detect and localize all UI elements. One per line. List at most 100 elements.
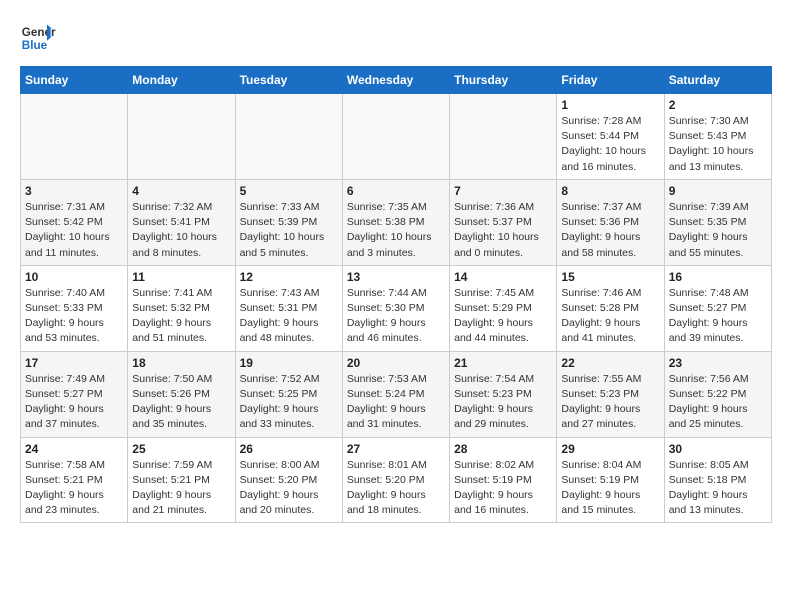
weekday-header-wednesday: Wednesday: [342, 67, 449, 94]
day-info: Sunrise: 8:02 AMSunset: 5:19 PMDaylight:…: [454, 458, 552, 519]
calendar-cell: 4 Sunrise: 7:32 AMSunset: 5:41 PMDaylight…: [128, 179, 235, 265]
day-number: 11: [132, 270, 230, 284]
day-info: Sunrise: 7:39 AMSunset: 5:35 PMDaylight:…: [669, 200, 767, 261]
day-info: Sunrise: 7:30 AMSunset: 5:43 PMDaylight:…: [669, 114, 767, 175]
day-number: 13: [347, 270, 445, 284]
weekday-header-thursday: Thursday: [450, 67, 557, 94]
calendar-week-4: 17 Sunrise: 7:49 AMSunset: 5:27 PMDayligh…: [21, 351, 772, 437]
calendar-cell: 18Sunrise: 7:50 AMSunset: 5:26 PMDayligh…: [128, 351, 235, 437]
day-number: 12: [240, 270, 338, 284]
day-number: 23: [669, 356, 767, 370]
day-number: 5: [240, 184, 338, 198]
page-header: General Blue: [20, 20, 772, 56]
day-number: 14: [454, 270, 552, 284]
calendar-cell: 1 Sunrise: 7:28 AMSunset: 5:44 PMDaylight…: [557, 94, 664, 180]
calendar-cell: 15Sunrise: 7:46 AMSunset: 5:28 PMDayligh…: [557, 265, 664, 351]
day-number: 1: [561, 98, 659, 112]
calendar-cell: 23 Sunrise: 7:56 AMSunset: 5:22 PMDayligh…: [664, 351, 771, 437]
day-info: Sunrise: 7:54 AMSunset: 5:23 PMDaylight:…: [454, 372, 552, 433]
calendar-cell: 26 Sunrise: 8:00 AMSunset: 5:20 PMDayligh…: [235, 437, 342, 523]
day-number: 30: [669, 442, 767, 456]
svg-text:General: General: [22, 26, 56, 39]
day-number: 29: [561, 442, 659, 456]
day-info: Sunrise: 7:37 AMSunset: 5:36 PMDaylight:…: [561, 200, 659, 261]
day-info: Sunrise: 7:55 AMSunset: 5:23 PMDaylight:…: [561, 372, 659, 433]
day-number: 4: [132, 184, 230, 198]
calendar-cell: 6 Sunrise: 7:35 AMSunset: 5:38 PMDaylight…: [342, 179, 449, 265]
calendar-cell: 3 Sunrise: 7:31 AMSunset: 5:42 PMDaylight…: [21, 179, 128, 265]
calendar-cell: 12 Sunrise: 7:43 AMSunset: 5:31 PMDayligh…: [235, 265, 342, 351]
day-number: 3: [25, 184, 123, 198]
day-info: Sunrise: 7:36 AMSunset: 5:37 PMDaylight:…: [454, 200, 552, 261]
day-info: Sunrise: 8:04 AMSunset: 5:19 PMDaylight:…: [561, 458, 659, 519]
day-info: Sunrise: 7:56 AMSunset: 5:22 PMDaylight:…: [669, 372, 767, 433]
calendar-week-3: 10Sunrise: 7:40 AMSunset: 5:33 PMDayligh…: [21, 265, 772, 351]
day-info: Sunrise: 8:01 AMSunset: 5:20 PMDaylight:…: [347, 458, 445, 519]
weekday-header-tuesday: Tuesday: [235, 67, 342, 94]
calendar-cell: 5 Sunrise: 7:33 AMSunset: 5:39 PMDaylight…: [235, 179, 342, 265]
logo: General Blue: [20, 20, 56, 56]
calendar-cell: [235, 94, 342, 180]
weekday-header-saturday: Saturday: [664, 67, 771, 94]
calendar-cell: [128, 94, 235, 180]
day-number: 18: [132, 356, 230, 370]
day-number: 7: [454, 184, 552, 198]
day-info: Sunrise: 7:43 AMSunset: 5:31 PMDaylight:…: [240, 286, 338, 347]
day-number: 16: [669, 270, 767, 284]
calendar-cell: 20Sunrise: 7:53 AMSunset: 5:24 PMDayligh…: [342, 351, 449, 437]
calendar-cell: 14 Sunrise: 7:45 AMSunset: 5:29 PMDayligh…: [450, 265, 557, 351]
calendar-cell: 11 Sunrise: 7:41 AMSunset: 5:32 PMDayligh…: [128, 265, 235, 351]
day-number: 21: [454, 356, 552, 370]
day-info: Sunrise: 7:45 AMSunset: 5:29 PMDaylight:…: [454, 286, 552, 347]
calendar-week-5: 24 Sunrise: 7:58 AMSunset: 5:21 PMDayligh…: [21, 437, 772, 523]
calendar-cell: 2 Sunrise: 7:30 AMSunset: 5:43 PMDaylight…: [664, 94, 771, 180]
day-info: Sunrise: 7:35 AMSunset: 5:38 PMDaylight:…: [347, 200, 445, 261]
day-info: Sunrise: 7:49 AMSunset: 5:27 PMDaylight:…: [25, 372, 123, 433]
calendar-cell: [342, 94, 449, 180]
calendar-cell: 29 Sunrise: 8:04 AMSunset: 5:19 PMDayligh…: [557, 437, 664, 523]
calendar-cell: 22 Sunrise: 7:55 AMSunset: 5:23 PMDayligh…: [557, 351, 664, 437]
day-info: Sunrise: 7:53 AMSunset: 5:24 PMDaylight:…: [347, 372, 445, 433]
calendar-cell: 24 Sunrise: 7:58 AMSunset: 5:21 PMDayligh…: [21, 437, 128, 523]
day-number: 17: [25, 356, 123, 370]
calendar-cell: 10Sunrise: 7:40 AMSunset: 5:33 PMDayligh…: [21, 265, 128, 351]
day-number: 25: [132, 442, 230, 456]
day-number: 6: [347, 184, 445, 198]
day-info: Sunrise: 7:41 AMSunset: 5:32 PMDaylight:…: [132, 286, 230, 347]
day-number: 24: [25, 442, 123, 456]
calendar-week-1: 1 Sunrise: 7:28 AMSunset: 5:44 PMDaylight…: [21, 94, 772, 180]
day-number: 10: [25, 270, 123, 284]
calendar-cell: 16 Sunrise: 7:48 AMSunset: 5:27 PMDayligh…: [664, 265, 771, 351]
day-info: Sunrise: 8:05 AMSunset: 5:18 PMDaylight:…: [669, 458, 767, 519]
day-info: Sunrise: 7:28 AMSunset: 5:44 PMDaylight:…: [561, 114, 659, 175]
calendar-cell: 25 Sunrise: 7:59 AMSunset: 5:21 PMDayligh…: [128, 437, 235, 523]
day-number: 2: [669, 98, 767, 112]
calendar-table: SundayMondayTuesdayWednesdayThursdayFrid…: [20, 66, 772, 523]
logo-icon: General Blue: [20, 20, 56, 56]
day-info: Sunrise: 7:59 AMSunset: 5:21 PMDaylight:…: [132, 458, 230, 519]
day-number: 22: [561, 356, 659, 370]
day-info: Sunrise: 7:58 AMSunset: 5:21 PMDaylight:…: [25, 458, 123, 519]
calendar-cell: 13 Sunrise: 7:44 AMSunset: 5:30 PMDayligh…: [342, 265, 449, 351]
day-number: 26: [240, 442, 338, 456]
day-number: 8: [561, 184, 659, 198]
day-info: Sunrise: 7:32 AMSunset: 5:41 PMDaylight:…: [132, 200, 230, 261]
calendar-cell: 27 Sunrise: 8:01 AMSunset: 5:20 PMDayligh…: [342, 437, 449, 523]
day-number: 15: [561, 270, 659, 284]
day-info: Sunrise: 7:48 AMSunset: 5:27 PMDaylight:…: [669, 286, 767, 347]
calendar-cell: 17 Sunrise: 7:49 AMSunset: 5:27 PMDayligh…: [21, 351, 128, 437]
calendar-cell: 21 Sunrise: 7:54 AMSunset: 5:23 PMDayligh…: [450, 351, 557, 437]
day-info: Sunrise: 7:52 AMSunset: 5:25 PMDaylight:…: [240, 372, 338, 433]
calendar-cell: 7 Sunrise: 7:36 AMSunset: 5:37 PMDaylight…: [450, 179, 557, 265]
weekday-header-monday: Monday: [128, 67, 235, 94]
calendar-week-2: 3 Sunrise: 7:31 AMSunset: 5:42 PMDaylight…: [21, 179, 772, 265]
day-info: Sunrise: 7:44 AMSunset: 5:30 PMDaylight:…: [347, 286, 445, 347]
day-info: Sunrise: 7:33 AMSunset: 5:39 PMDaylight:…: [240, 200, 338, 261]
calendar-cell: 8 Sunrise: 7:37 AMSunset: 5:36 PMDaylight…: [557, 179, 664, 265]
day-info: Sunrise: 8:00 AMSunset: 5:20 PMDaylight:…: [240, 458, 338, 519]
day-number: 27: [347, 442, 445, 456]
calendar-cell: 30 Sunrise: 8:05 AMSunset: 5:18 PMDayligh…: [664, 437, 771, 523]
day-number: 9: [669, 184, 767, 198]
calendar-cell: 19Sunrise: 7:52 AMSunset: 5:25 PMDayligh…: [235, 351, 342, 437]
day-info: Sunrise: 7:31 AMSunset: 5:42 PMDaylight:…: [25, 200, 123, 261]
